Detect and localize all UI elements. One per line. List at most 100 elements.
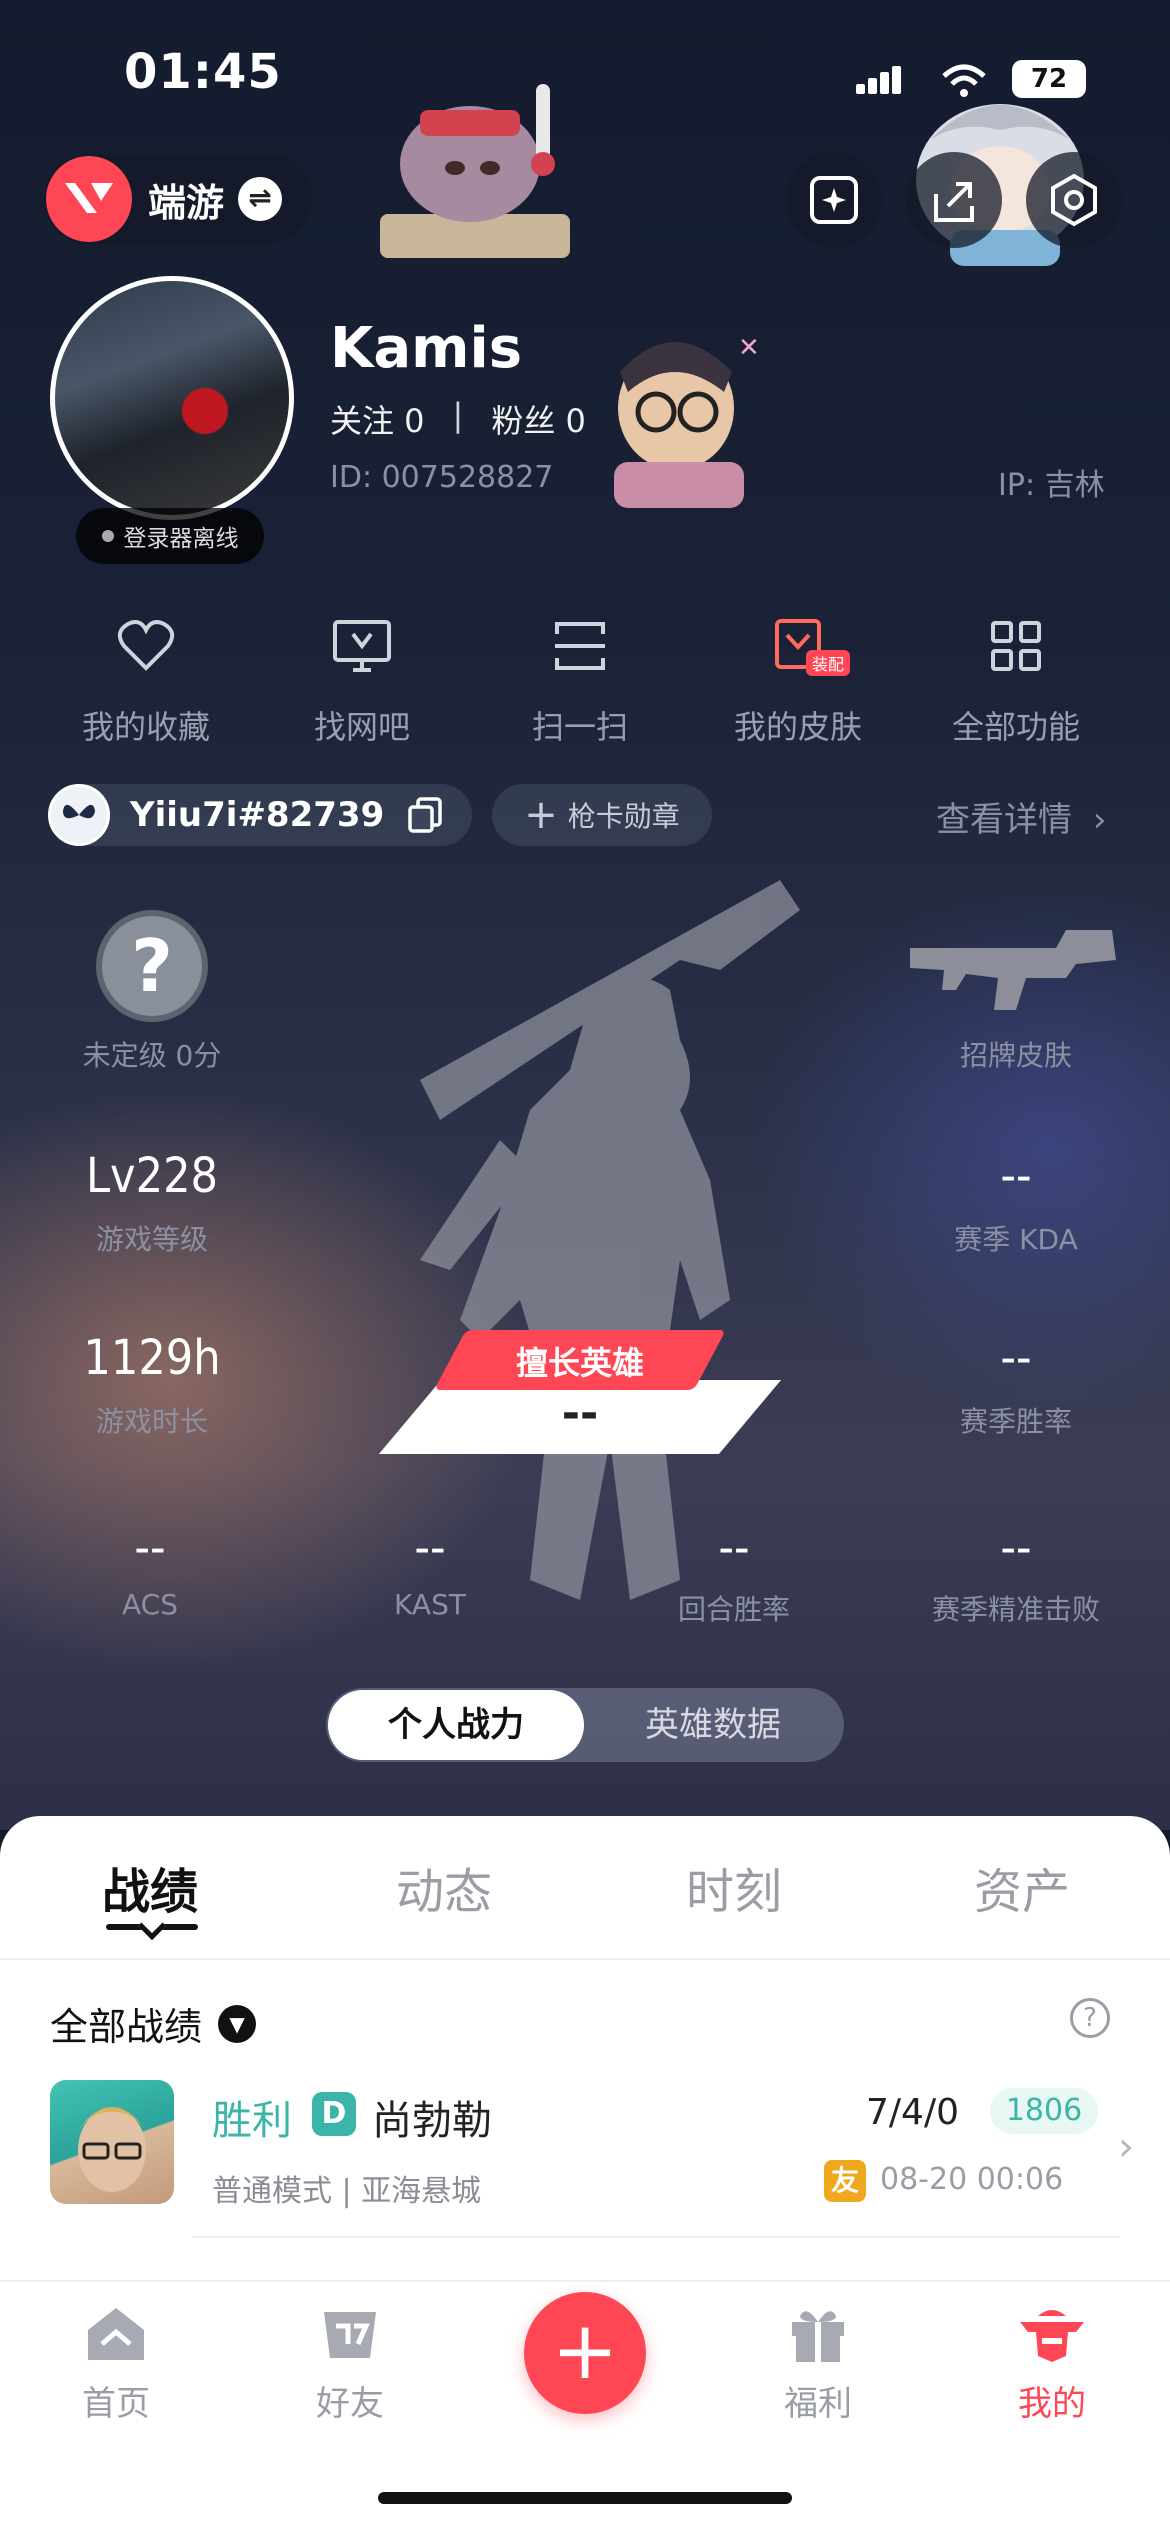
follow-divider: | — [452, 396, 464, 434]
grid-icon — [916, 612, 1116, 680]
kast-value: -- — [414, 1520, 446, 1576]
equip-badge: 装配 — [806, 650, 851, 676]
acs-value: -- — [134, 1520, 166, 1576]
view-details-link[interactable]: 查看详情 › — [936, 792, 1106, 841]
round-winrate-value: -- — [718, 1520, 750, 1576]
segment-personal-power[interactable]: 个人战力 — [328, 1690, 584, 1760]
tab-records[interactable]: 战绩 — [50, 1852, 250, 1922]
launcher-status-text: 登录器离线 — [123, 526, 239, 552]
chevron-down-icon: ▼ — [218, 2004, 257, 2043]
kda-value: -- — [1000, 1148, 1032, 1204]
quick-action-netcafe[interactable]: 找网吧 — [262, 612, 462, 748]
kda-label: 赛季 KDA — [954, 1223, 1078, 1256]
riot-id-pill[interactable]: Yiiu7i#82739 — [48, 784, 472, 846]
quick-action-label: 我的皮肤 — [733, 708, 862, 746]
view-details-label: 查看详情 — [936, 800, 1072, 840]
swap-icon: ⇌ — [238, 177, 283, 221]
username: Kamis — [330, 316, 523, 381]
rank-badge[interactable]: ? — [96, 910, 208, 1022]
sparkle-frame-icon — [810, 176, 858, 224]
signature-skin-label: 招牌皮肤 — [959, 1039, 1072, 1072]
match-kda: 7/4/0 — [866, 2092, 959, 2133]
status-dot-icon — [101, 530, 114, 542]
app-logo-icon — [46, 156, 132, 242]
card-badge-label: 枪卡勋章 — [567, 800, 680, 833]
segment-hero-data[interactable]: 英雄数据 — [584, 1690, 842, 1760]
quick-action-favorites[interactable]: 我的收藏 — [46, 612, 246, 748]
match-mode-map: 普通模式 | 亚海悬城 — [212, 2174, 482, 2209]
app-name: 端游 — [148, 180, 225, 225]
records-filter-label: 全部战绩 — [50, 2005, 203, 2049]
winrate-value: -- — [1000, 1330, 1032, 1386]
home-indicator — [378, 2492, 792, 2504]
user-avatar[interactable] — [50, 276, 294, 520]
nav-me[interactable]: 我的 — [972, 2304, 1132, 2425]
friend-tag: 友 — [824, 2160, 866, 2202]
friends-icon — [324, 2312, 376, 2358]
user-id: ID: 007528827 — [330, 460, 554, 495]
monitor-icon — [262, 612, 462, 680]
help-icon[interactable]: ? — [1070, 1998, 1110, 2038]
divider — [192, 2236, 1120, 2238]
card-badge-button[interactable]: + 枪卡勋章 — [492, 784, 712, 846]
match-score-badge: 1806 — [990, 2088, 1098, 2134]
status-time: 01:45 — [124, 44, 282, 100]
followers-count[interactable]: 粉丝 0 — [491, 396, 586, 442]
quick-action-all[interactable]: 全部功能 — [916, 612, 1116, 748]
headshot-label: 赛季精准击败 — [931, 1593, 1100, 1626]
nav-home[interactable]: 首页 — [36, 2304, 196, 2425]
copy-icon[interactable] — [408, 797, 442, 833]
player-card-avatar — [48, 784, 110, 846]
hours-label: 游戏时长 — [95, 1405, 208, 1438]
sticker-sick-character — [380, 84, 570, 258]
level-label: 游戏等级 — [95, 1223, 208, 1256]
nav-label: 我的 — [1018, 2384, 1086, 2424]
hours-value: 1129h — [83, 1330, 221, 1386]
records-filter[interactable]: 全部战绩 ▼ — [50, 1996, 257, 2051]
kast-label: KAST — [394, 1588, 466, 1621]
following-count[interactable]: 关注 0 — [330, 396, 425, 442]
sticker-glasses-character: ✕ — [614, 333, 760, 508]
best-hero-tag: 擅长英雄 — [515, 1344, 644, 1382]
settings-button[interactable] — [1026, 152, 1122, 248]
tab-assets[interactable]: 资产 — [922, 1852, 1122, 1922]
tab-moments[interactable]: 时刻 — [634, 1852, 834, 1922]
nav-label: 福利 — [784, 2384, 852, 2424]
settings-hex-icon — [1051, 173, 1097, 227]
match-rank-letter: D — [312, 2092, 356, 2136]
nav-welfare[interactable]: 福利 — [738, 2304, 898, 2425]
riot-id-text: Yiiu7i#82739 — [130, 795, 385, 835]
nav-label: 首页 — [82, 2384, 150, 2424]
launcher-status-badge: 登录器离线 — [76, 508, 264, 564]
home-icon — [88, 2308, 144, 2360]
match-time: 08-20 00:06 — [880, 2162, 1064, 2197]
chevron-right-icon[interactable]: › — [1118, 2124, 1134, 2170]
ip-location: IP: 吉林 — [998, 468, 1105, 503]
smg-weapon-icon — [910, 930, 1116, 1010]
match-result: 胜利 — [212, 2098, 292, 2144]
add-fab-button[interactable]: + — [524, 2292, 646, 2414]
profile-agent-icon — [1020, 2310, 1084, 2362]
hero-silhouette — [420, 880, 800, 1600]
quick-action-label: 全部功能 — [951, 708, 1080, 746]
tab-feed[interactable]: 动态 — [344, 1852, 544, 1922]
headshot-value: -- — [1000, 1520, 1032, 1576]
follow-stats: 关注 0 | 粉丝 0 — [330, 396, 586, 442]
butterfly-icon — [63, 804, 95, 819]
sparkle-button[interactable] — [786, 152, 882, 248]
share-button[interactable] — [906, 152, 1002, 248]
quick-action-skins[interactable]: 装配 我的皮肤 — [698, 612, 898, 748]
agent-portrait — [50, 2080, 174, 2204]
nav-friends[interactable]: 好友 — [270, 2304, 430, 2425]
share-icon — [934, 182, 974, 222]
round-winrate-label: 回合胜率 — [677, 1593, 790, 1626]
best-hero-value: -- — [561, 1388, 599, 1439]
quick-action-scan[interactable]: 扫一扫 — [480, 612, 680, 748]
svg-text:✕: ✕ — [738, 333, 760, 363]
quick-action-label: 找网吧 — [313, 708, 410, 746]
level-value: Lv228 — [86, 1148, 218, 1204]
app-switch-pill[interactable]: 端游 ⇌ — [44, 154, 312, 244]
quick-action-label: 我的收藏 — [81, 708, 210, 746]
acs-label: ACS — [122, 1588, 178, 1621]
chevron-right-icon: › — [1092, 800, 1107, 840]
